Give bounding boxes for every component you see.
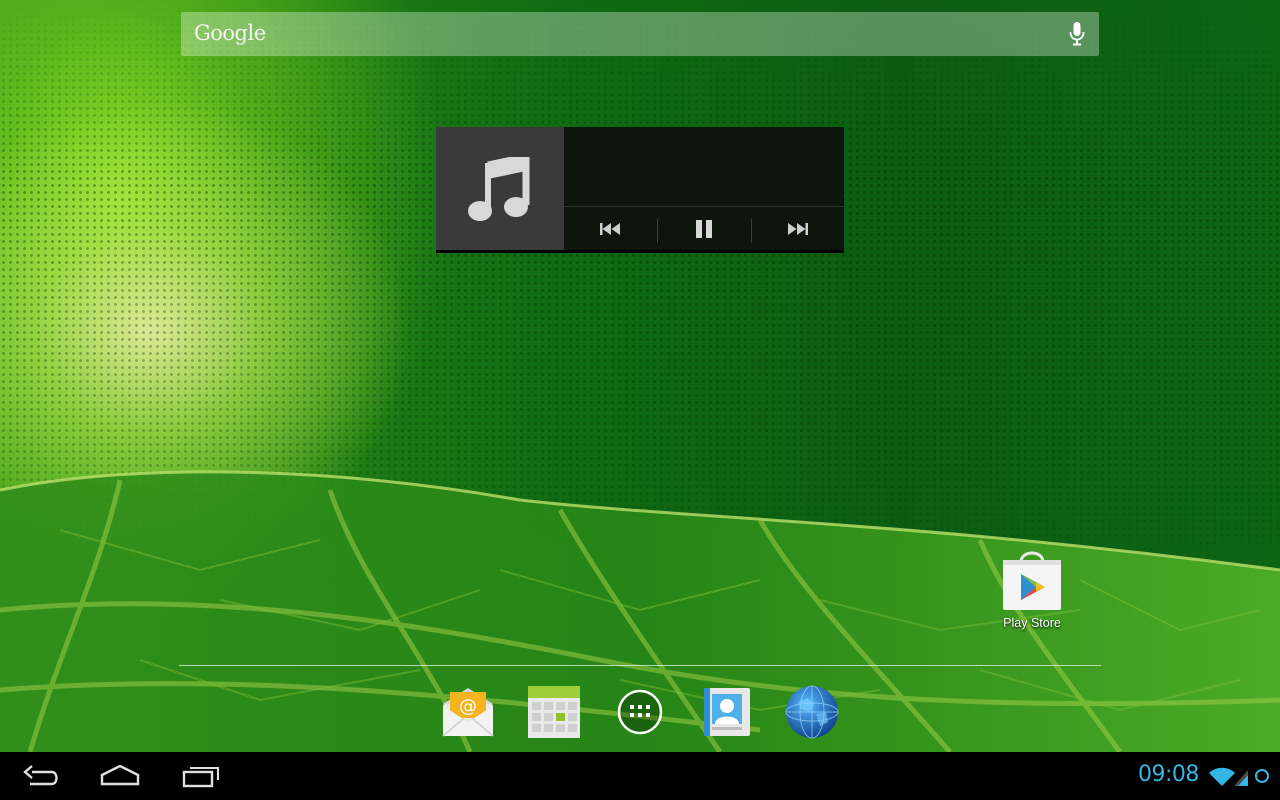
google-logo: Google xyxy=(194,21,266,45)
contacts-icon xyxy=(704,688,750,736)
shortcut-label: Play Store xyxy=(1003,616,1061,630)
svg-text:@: @ xyxy=(459,696,477,717)
wifi-icon xyxy=(1209,767,1235,786)
signal-icon xyxy=(1234,770,1248,786)
calendar-app[interactable] xyxy=(526,684,582,740)
email-icon: @ xyxy=(442,688,494,737)
globe-icon xyxy=(785,685,839,739)
hotseat-divider xyxy=(179,665,1101,666)
track-info-area[interactable] xyxy=(564,127,844,206)
music-note-icon xyxy=(468,157,530,221)
sync-icon xyxy=(1255,769,1269,783)
all-apps-button[interactable] xyxy=(612,684,668,740)
browser-app[interactable] xyxy=(784,684,840,740)
pause-icon xyxy=(695,220,712,238)
previous-button[interactable] xyxy=(564,207,657,251)
status-clock[interactable]: 09:08 xyxy=(1138,762,1199,787)
wallpaper xyxy=(0,0,1280,752)
mic-icon[interactable] xyxy=(1069,22,1085,46)
home-button[interactable] xyxy=(100,760,140,792)
next-button[interactable] xyxy=(750,207,844,251)
play-store-shortcut[interactable]: Play Store xyxy=(994,548,1070,634)
navigation-bar: 09:08 xyxy=(0,752,1280,800)
music-controls xyxy=(564,206,844,251)
contacts-app[interactable] xyxy=(698,684,754,740)
play-store-icon xyxy=(1003,551,1061,610)
pause-button[interactable] xyxy=(657,207,750,251)
skip-previous-icon xyxy=(599,223,620,235)
album-art[interactable] xyxy=(436,127,564,250)
google-search-bar[interactable]: Google xyxy=(181,12,1099,56)
back-button[interactable] xyxy=(22,760,60,792)
music-widget[interactable] xyxy=(436,127,844,250)
app-drawer-icon xyxy=(617,689,663,735)
calendar-icon xyxy=(528,686,580,738)
skip-next-icon xyxy=(788,223,809,235)
recent-apps-button[interactable] xyxy=(182,760,220,792)
email-app[interactable]: @ xyxy=(440,684,496,740)
status-icons[interactable] xyxy=(1208,766,1272,788)
